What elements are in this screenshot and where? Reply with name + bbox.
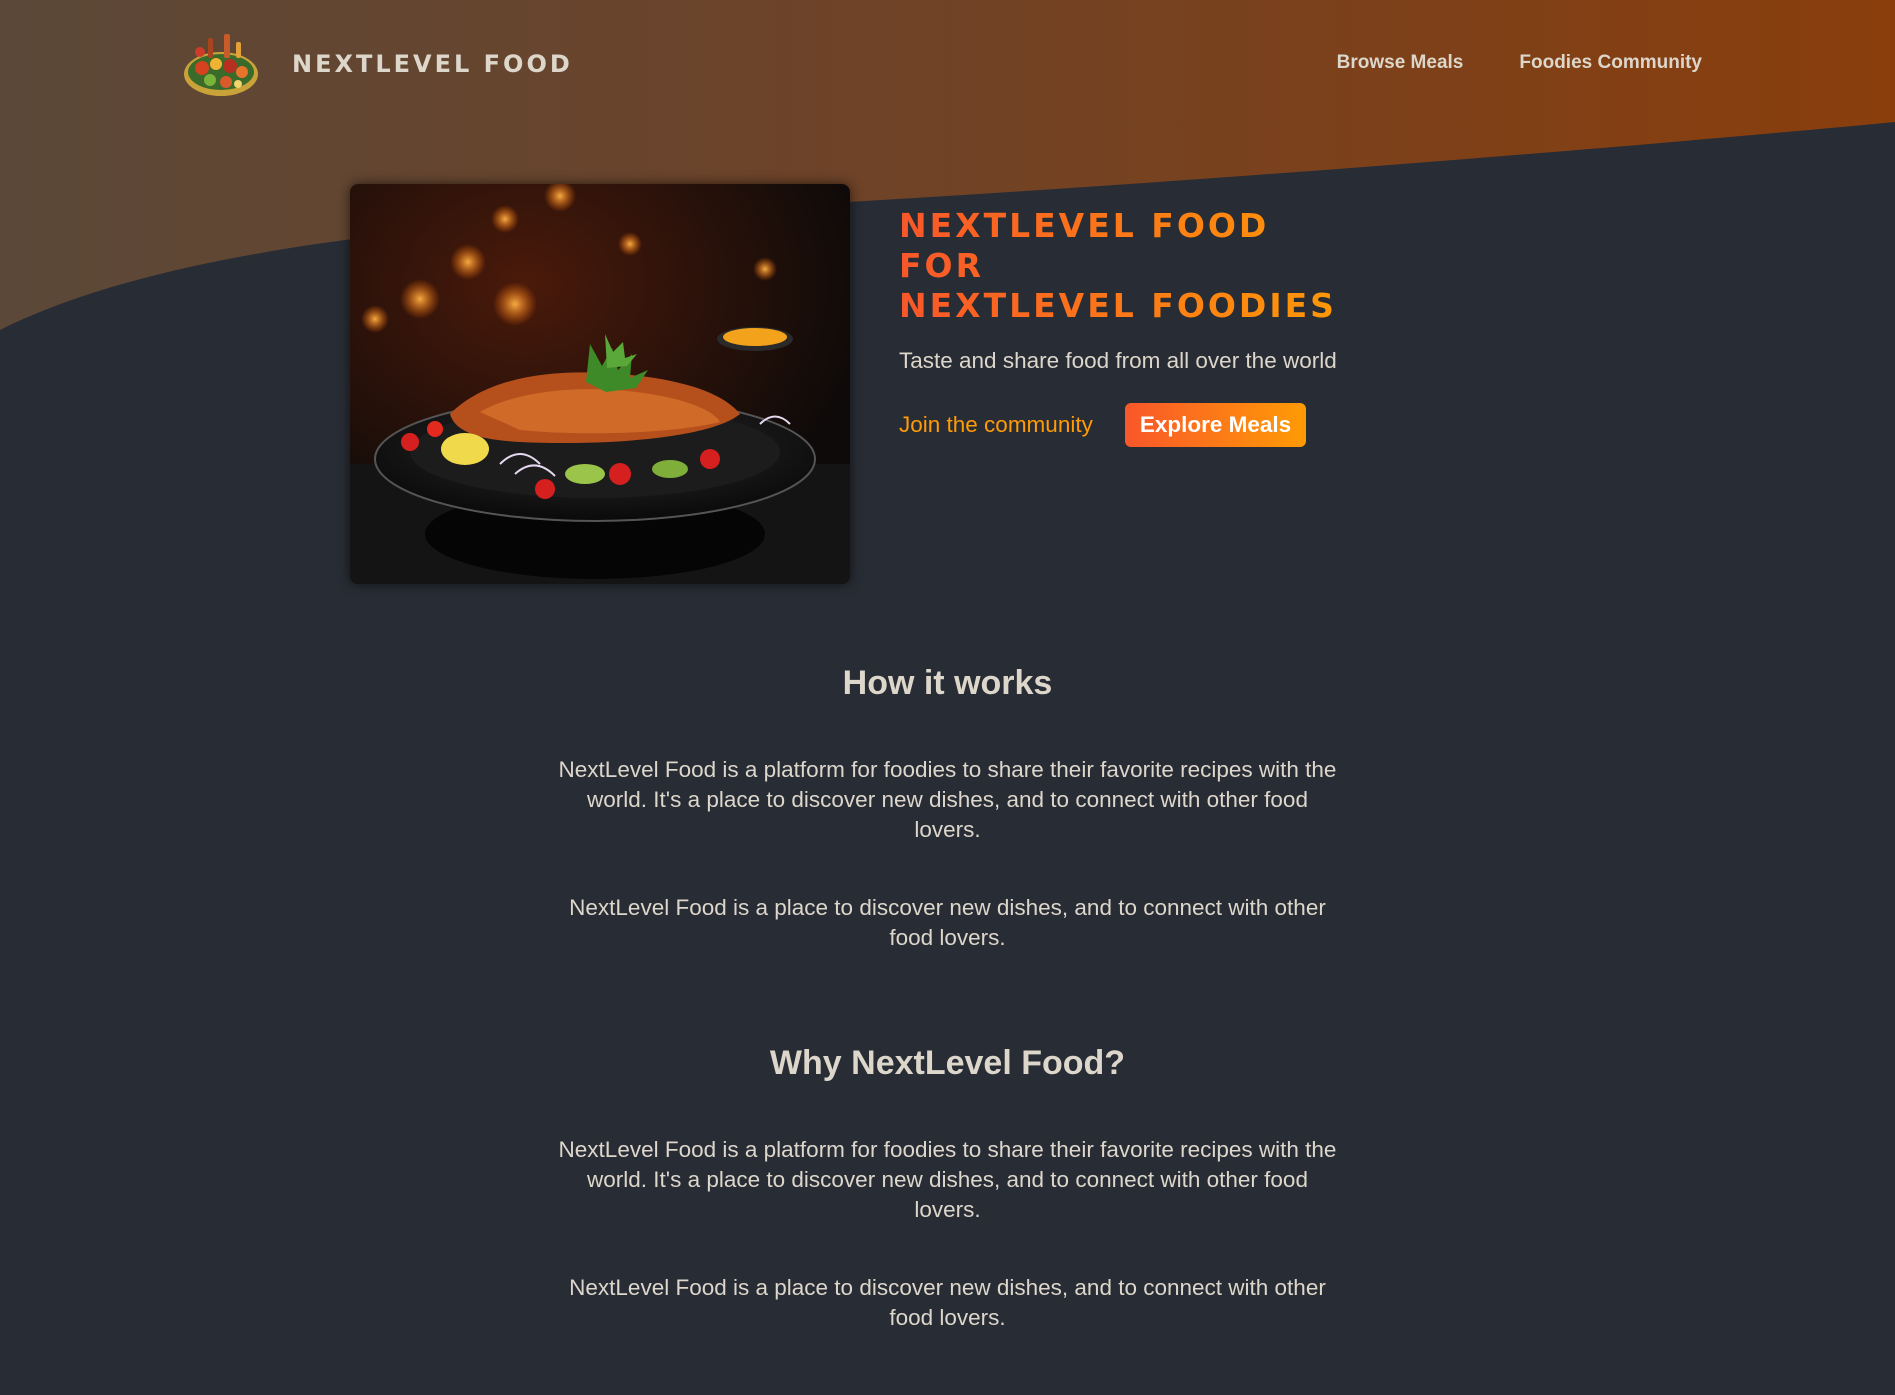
section-paragraph: NextLevel Food is a place to discover ne…	[569, 1275, 1326, 1330]
how-it-works-section: How it works NextLevel Food is a platfor…	[548, 664, 1348, 953]
why-nextlevel-section: Why NextLevel Food? NextLevel Food is a …	[548, 1044, 1348, 1333]
hero-subtitle: Taste and share food from all over the w…	[899, 348, 1337, 373]
hero-food-image	[350, 184, 850, 584]
join-community-link[interactable]: Join the community	[899, 412, 1093, 438]
main-nav: Browse Meals Foodies Community	[1337, 52, 1702, 74]
logo-link[interactable]: NextLevel Food	[180, 28, 573, 100]
hero-title-line1: NextLevel Food for	[899, 206, 1270, 285]
section-paragraph: NextLevel Food is a platform for foodies…	[558, 1137, 1337, 1222]
section-paragraph: NextLevel Food is a platform for foodies…	[558, 757, 1337, 842]
site-header: NextLevel Food Browse Meals Foodies Comm…	[0, 0, 1895, 130]
hero-cta: Join the community Explore Meals	[899, 403, 1359, 447]
section-heading: Why NextLevel Food?	[769, 1044, 1126, 1082]
section-paragraph: NextLevel Food is a place to discover ne…	[569, 895, 1326, 950]
hero-text: NextLevel Food for NextLevel Foodies Tas…	[899, 206, 1359, 584]
main-content: How it works NextLevel Food is a platfor…	[0, 660, 1895, 1333]
explore-meals-button[interactable]: Explore Meals	[1124, 403, 1307, 447]
food-platter-logo-icon	[180, 28, 262, 100]
nav-foodies-community[interactable]: Foodies Community	[1519, 52, 1702, 74]
logo-text: NextLevel Food	[292, 50, 573, 78]
section-heading: How it works	[842, 664, 1053, 702]
hero-title-line2: NextLevel Foodies	[899, 286, 1337, 325]
hero-title: NextLevel Food for NextLevel Foodies	[899, 206, 1359, 326]
nav-browse-meals[interactable]: Browse Meals	[1337, 52, 1464, 74]
hero-section: NextLevel Food for NextLevel Foodies Tas…	[350, 184, 1359, 584]
